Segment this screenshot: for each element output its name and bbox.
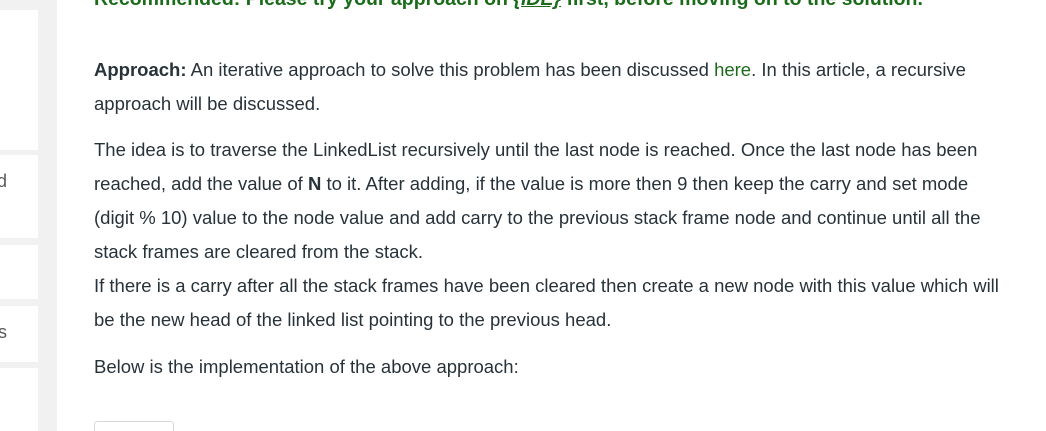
sidebar-card-text: d	[0, 171, 7, 191]
ide-link[interactable]: {IDE}	[513, 0, 561, 10]
sidebar-card-text: s	[0, 322, 7, 342]
approach-label: Approach:	[94, 59, 187, 80]
sidebar-card[interactable]: s	[0, 306, 38, 362]
recommended-banner: Recommended: Please try your approach on…	[94, 0, 923, 11]
implementation-intro: Below is the implementation of the above…	[94, 356, 519, 377]
sidebar-card[interactable]	[0, 10, 38, 150]
recommended-prefix: Recommended: Please try your approach on	[94, 0, 513, 10]
approach-paragraph: Approach: An iterative approach to solve…	[94, 53, 999, 121]
sidebar-card[interactable]: d	[0, 155, 38, 238]
recommended-suffix: first, before moving on to the solution.	[561, 0, 922, 10]
idea-bold-n: N	[307, 173, 322, 194]
sidebar-card[interactable]	[0, 245, 38, 299]
approach-text: An iterative approach to solve this prob…	[186, 59, 715, 80]
code-language-tab[interactable]	[94, 421, 174, 431]
here-link[interactable]: here	[714, 59, 751, 80]
idea-carry-text: If there is a carry after all the stack …	[94, 275, 999, 330]
article: Recommended: Please try your approach on…	[57, 0, 1046, 431]
sidebar: d s	[0, 0, 40, 431]
sidebar-card[interactable]	[0, 368, 38, 431]
idea-paragraph: The idea is to traverse the LinkedList r…	[94, 133, 999, 337]
